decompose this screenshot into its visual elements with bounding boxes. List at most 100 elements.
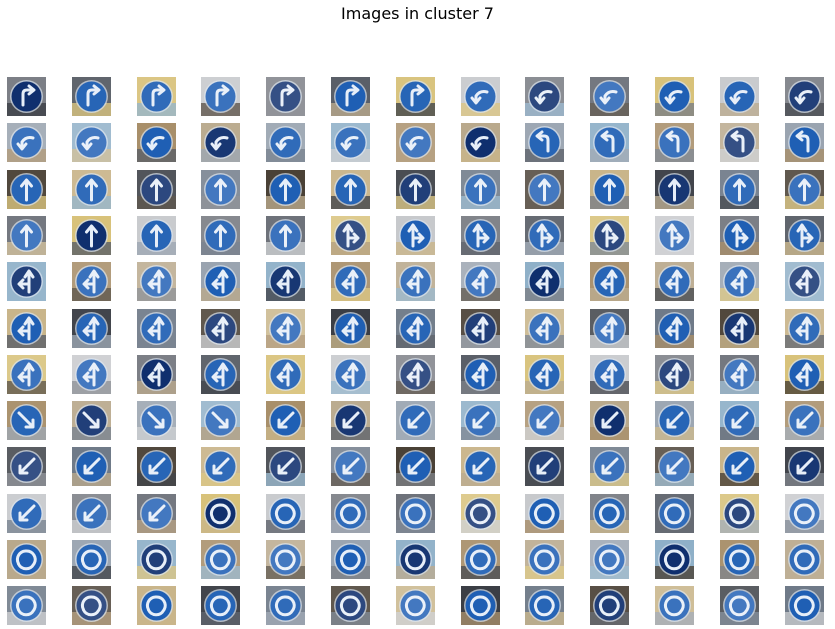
straight-right-sign-icon	[396, 216, 435, 255]
keep-left-sign-icon	[137, 447, 176, 486]
roundabout-sign-icon	[266, 540, 305, 579]
sign-thumbnail-straight-left	[7, 262, 46, 301]
sign-thumbnail-roundabout	[331, 494, 370, 533]
sign-thumbnail-keep-left	[720, 447, 759, 486]
straight-sign-icon	[720, 170, 759, 209]
straight-left-sign-icon	[7, 309, 46, 348]
keep-left-sign-icon	[396, 447, 435, 486]
keep-left-sign-icon	[525, 447, 564, 486]
sign-thumbnail-straight-left	[590, 355, 629, 394]
sign-thumbnail-keep-left	[396, 447, 435, 486]
turn-right-sign-icon	[331, 77, 370, 116]
sign-thumbnail-turn-left-down	[201, 123, 240, 162]
sign-thumbnail-roundabout	[720, 540, 759, 579]
sign-thumbnail-straight-left	[137, 355, 176, 394]
sign-thumbnail-roundabout	[396, 494, 435, 533]
sign-thumbnail-keep-left	[461, 447, 500, 486]
roundabout-sign-icon	[331, 494, 370, 533]
straight-sign-icon	[266, 170, 305, 209]
turn-left-down-sign-icon	[785, 77, 824, 116]
straight-right-sign-icon	[461, 216, 500, 255]
sign-thumbnail-roundabout	[525, 494, 564, 533]
sign-thumbnail-straight-left	[720, 309, 759, 348]
sign-thumbnail-roundabout	[7, 586, 46, 625]
sign-thumbnail-roundabout	[7, 540, 46, 579]
turn-left-sign-icon	[655, 123, 694, 162]
sign-thumbnail-straight	[7, 170, 46, 209]
straight-sign-icon	[461, 170, 500, 209]
straight-left-sign-icon	[461, 309, 500, 348]
sign-thumbnail-keep-left	[266, 447, 305, 486]
sign-thumbnail-straight	[137, 170, 176, 209]
keep-left-sign-icon	[331, 401, 370, 440]
roundabout-sign-icon	[785, 494, 824, 533]
sign-thumbnail-straight-left	[655, 309, 694, 348]
straight-sign-icon	[525, 170, 564, 209]
sign-thumbnail-straight-left	[7, 309, 46, 348]
straight-left-sign-icon	[331, 262, 370, 301]
straight-left-sign-icon	[720, 262, 759, 301]
straight-sign-icon	[785, 170, 824, 209]
sign-thumbnail-keep-left	[396, 401, 435, 440]
sign-thumbnail-straight-left	[137, 309, 176, 348]
roundabout-sign-icon	[396, 540, 435, 579]
straight-right-sign-icon	[720, 216, 759, 255]
sign-thumbnail-straight-left	[331, 309, 370, 348]
sign-thumbnail-straight-left	[785, 262, 824, 301]
straight-sign-icon	[7, 216, 46, 255]
turn-left-down-sign-icon	[7, 123, 46, 162]
sign-thumbnail-straight-left	[655, 262, 694, 301]
keep-left-sign-icon	[461, 447, 500, 486]
sign-thumbnail-straight-left	[396, 262, 435, 301]
turn-left-sign-icon	[525, 123, 564, 162]
straight-left-sign-icon	[785, 262, 824, 301]
keep-left-sign-icon	[72, 494, 111, 533]
sign-thumbnail-straight	[590, 170, 629, 209]
keep-left-sign-icon	[201, 447, 240, 486]
keep-right-sign-icon	[137, 401, 176, 440]
keep-right-sign-icon	[72, 401, 111, 440]
straight-left-sign-icon	[201, 262, 240, 301]
sign-thumbnail-roundabout	[201, 540, 240, 579]
turn-left-down-sign-icon	[590, 77, 629, 116]
sign-thumbnail-turn-left-down	[525, 77, 564, 116]
straight-left-sign-icon	[655, 262, 694, 301]
roundabout-sign-icon	[396, 586, 435, 625]
keep-left-sign-icon	[137, 494, 176, 533]
sign-thumbnail-turn-left	[525, 123, 564, 162]
sign-thumbnail-keep-right	[7, 401, 46, 440]
straight-right-sign-icon	[590, 216, 629, 255]
sign-thumbnail-straight-left	[137, 262, 176, 301]
sign-thumbnail-turn-left	[590, 123, 629, 162]
straight-sign-icon	[201, 170, 240, 209]
turn-left-down-sign-icon	[266, 123, 305, 162]
straight-left-sign-icon	[201, 309, 240, 348]
sign-thumbnail-straight-left	[525, 355, 564, 394]
keep-left-sign-icon	[7, 494, 46, 533]
keep-left-sign-icon	[655, 401, 694, 440]
sign-thumbnail-straight-right	[785, 216, 824, 255]
sign-thumbnail-turn-left	[720, 123, 759, 162]
sign-thumbnail-straight-right	[396, 216, 435, 255]
roundabout-sign-icon	[785, 586, 824, 625]
sign-thumbnail-straight-left	[72, 355, 111, 394]
roundabout-sign-icon	[655, 494, 694, 533]
sign-thumbnail-straight-right	[525, 216, 564, 255]
turn-left-down-sign-icon	[396, 123, 435, 162]
straight-left-sign-icon	[720, 309, 759, 348]
roundabout-sign-icon	[331, 586, 370, 625]
roundabout-sign-icon	[590, 494, 629, 533]
turn-right-sign-icon	[137, 77, 176, 116]
sign-thumbnail-roundabout	[785, 540, 824, 579]
sign-thumbnail-straight	[785, 170, 824, 209]
straight-right-sign-icon	[785, 216, 824, 255]
sign-thumbnail-straight-right	[461, 216, 500, 255]
straight-left-sign-icon	[720, 355, 759, 394]
sign-thumbnail-straight-left	[201, 355, 240, 394]
sign-thumbnail-straight-left	[461, 355, 500, 394]
sign-thumbnail-roundabout	[655, 540, 694, 579]
straight-left-sign-icon	[201, 355, 240, 394]
sign-thumbnail-keep-left	[7, 447, 46, 486]
sign-thumbnail-straight-left	[266, 309, 305, 348]
straight-sign-icon	[201, 216, 240, 255]
